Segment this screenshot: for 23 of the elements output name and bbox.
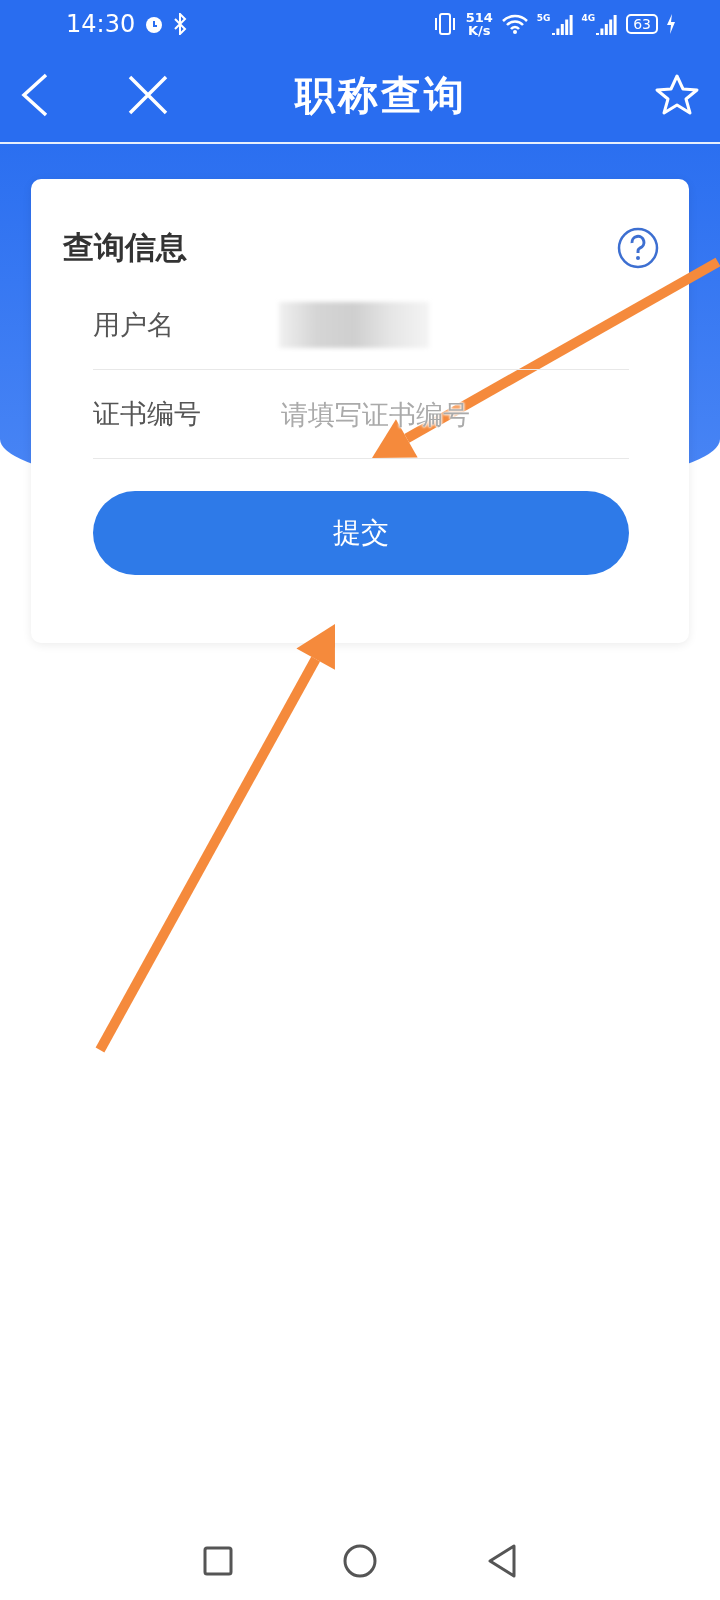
recents-icon[interactable] (203, 1546, 233, 1576)
help-icon[interactable] (617, 227, 659, 269)
back-icon[interactable] (20, 73, 50, 117)
submit-button[interactable]: 提交 (93, 491, 629, 575)
bluetooth-icon (173, 13, 188, 35)
speed-value: 514 (465, 11, 493, 24)
star-icon[interactable] (654, 73, 700, 117)
close-icon[interactable] (128, 75, 168, 115)
status-time: 14:30 (66, 10, 136, 38)
signal-icon (551, 13, 574, 35)
back-triangle-icon[interactable] (487, 1544, 517, 1578)
home-icon[interactable] (343, 1544, 377, 1578)
charging-icon (666, 14, 676, 34)
card-title: 查询信息 (63, 228, 187, 267)
page-title: 职称查询 (293, 69, 468, 120)
field-label: 证书编号 (93, 397, 202, 431)
field-label: 用户名 (93, 308, 175, 342)
speed-unit: K/s (468, 24, 491, 37)
network-label: 5G (536, 13, 551, 23)
wifi-icon (500, 13, 529, 35)
network-label: 4G (581, 13, 596, 23)
signal-icon (596, 13, 619, 35)
battery-level: 63 (626, 14, 658, 34)
